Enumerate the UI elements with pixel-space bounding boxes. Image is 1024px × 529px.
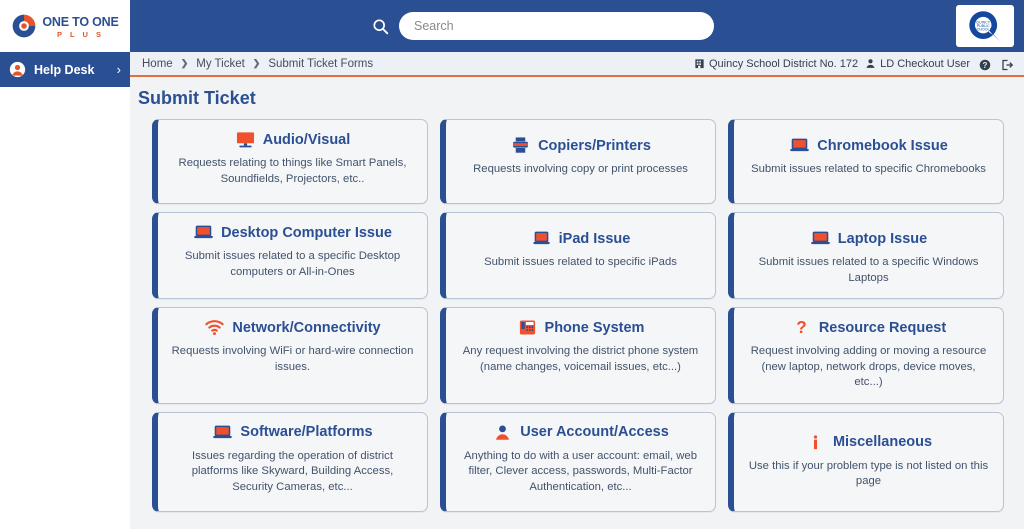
card-description: Submit issues related to specific iPads [484,255,677,271]
user-indicator[interactable]: LD Checkout User [865,58,970,70]
app-logo-title: ONE TO ONE [42,15,118,29]
ticket-form-card-user-account-access[interactable]: User Account/Access Anything to do with … [440,412,716,512]
laptop-icon [212,423,233,442]
top-bar: ONE TO ONE P L U S QUINCY PUBLIC SCHOOLS [0,0,1024,52]
card-title: iPad Issue [559,231,631,247]
card-description: Any request involving the district phone… [458,344,703,375]
breadcrumb-separator-icon: ❯ [253,58,261,69]
breadcrumb-separator-icon: ❯ [181,58,189,69]
breadcrumb-item-submit-ticket-forms: Submit Ticket Forms [268,58,373,70]
search-input[interactable] [399,12,714,40]
ticket-form-card-copiers-printers[interactable]: Copiers/Printers Requests involving copy… [440,119,716,204]
district-name: Quincy School District No. 172 [709,58,858,70]
laptop-icon [810,229,831,248]
help-button[interactable]: ? [977,58,992,69]
desktop-icon [193,223,214,242]
ticket-form-card-audio-visual[interactable]: Audio/Visual Requests relating to things… [152,119,428,204]
user-name: LD Checkout User [880,58,970,70]
svg-text:?: ? [796,318,806,337]
ticket-form-card-software-platforms[interactable]: Software/Platforms Issues regarding the … [152,412,428,512]
logout-button[interactable] [999,58,1014,69]
card-description: Issues regarding the operation of distri… [170,449,415,496]
ticket-form-card-laptop-issue[interactable]: Laptop Issue Submit issues related to a … [728,212,1004,299]
sidebar-item-help-desk[interactable]: Help Desk › [0,52,130,87]
printer-icon [510,136,531,155]
monitor-icon [235,130,256,149]
svg-text:SCHOOLS: SCHOOLS [974,27,992,31]
ticket-form-card-ipad-issue[interactable]: iPad Issue Submit issues related to spec… [440,212,716,299]
account-bar: Quincy School District No. 172 LD Checko… [694,58,1014,70]
app-logo-subtitle: P L U S [42,31,118,39]
ticket-form-card-desktop-computer-issue[interactable]: Desktop Computer Issue Submit issues rel… [152,212,428,299]
card-title: Resource Request [819,320,946,336]
card-description: Use this if your problem type is not lis… [746,459,991,490]
card-description: Requests involving copy or print process… [473,162,688,178]
card-description: Anything to do with a user account: emai… [458,449,703,496]
question-mark-icon: ? [791,318,812,337]
ticket-form-card-phone-system[interactable]: Phone System Any request involving the d… [440,307,716,404]
card-title: Network/Connectivity [232,320,380,336]
card-title: Phone System [545,320,645,336]
desk-phone-icon [517,318,538,337]
info-icon [805,433,826,452]
breadcrumb-item-my-ticket[interactable]: My Ticket [196,58,245,70]
card-description: Submit issues related to a specific Wind… [746,255,991,286]
card-description: Request involving adding or moving a res… [746,344,991,391]
ticket-form-card-chromebook-issue[interactable]: Chromebook Issue Submit issues related t… [728,119,1004,204]
card-title: Chromebook Issue [817,138,948,154]
app-logo[interactable]: ONE TO ONE P L U S [0,0,130,52]
sidebar: Help Desk › [0,52,130,529]
main-content: Home ❯ My Ticket ❯ Submit Ticket Forms [130,52,1024,529]
search-icon[interactable] [372,18,389,35]
logout-icon [1001,58,1012,69]
card-description: Requests involving WiFi or hard-wire con… [170,344,415,375]
person-icon [492,423,513,442]
breadcrumb-item-home[interactable]: Home [142,58,173,70]
laptop-icon [789,136,810,155]
search-area [130,12,956,40]
card-description: Submit issues related to specific Chrome… [751,162,986,178]
building-icon [694,58,705,69]
user-circle-icon [9,61,26,78]
tablet-icon [531,229,552,248]
card-title: Copiers/Printers [538,138,651,154]
ticket-form-card-resource-request[interactable]: ? Resource Request Request involving add… [728,307,1004,404]
card-title: User Account/Access [520,424,669,440]
breadcrumb-bar: Home ❯ My Ticket ❯ Submit Ticket Forms [130,52,1024,77]
card-title: Laptop Issue [838,231,927,247]
chevron-right-icon: › [117,63,121,76]
card-description: Submit issues related to a specific Desk… [170,249,415,280]
card-title: Audio/Visual [263,132,351,148]
sidebar-item-label: Help Desk [34,63,109,77]
card-title: Desktop Computer Issue [221,225,392,241]
ticket-form-card-miscellaneous[interactable]: Miscellaneous Use this if your problem t… [728,412,1004,512]
page-title: Submit Ticket [138,88,1024,109]
breadcrumb: Home ❯ My Ticket ❯ Submit Ticket Forms [142,58,694,70]
ticket-form-grid: Audio/Visual Requests relating to things… [152,119,1012,512]
card-title: Software/Platforms [240,424,372,440]
card-description: Requests relating to things like Smart P… [170,156,415,187]
person-icon [865,58,876,69]
district-logo: QUINCY PUBLIC SCHOOLS [956,5,1014,47]
district-indicator: Quincy School District No. 172 [694,58,858,70]
wifi-icon [204,318,225,337]
svg-text:?: ? [983,61,988,70]
circular-arrow-logo-icon [11,13,37,39]
question-circle-icon: ? [979,58,990,69]
ticket-form-card-network-connectivity[interactable]: Network/Connectivity Requests involving … [152,307,428,404]
card-title: Miscellaneous [833,434,932,450]
